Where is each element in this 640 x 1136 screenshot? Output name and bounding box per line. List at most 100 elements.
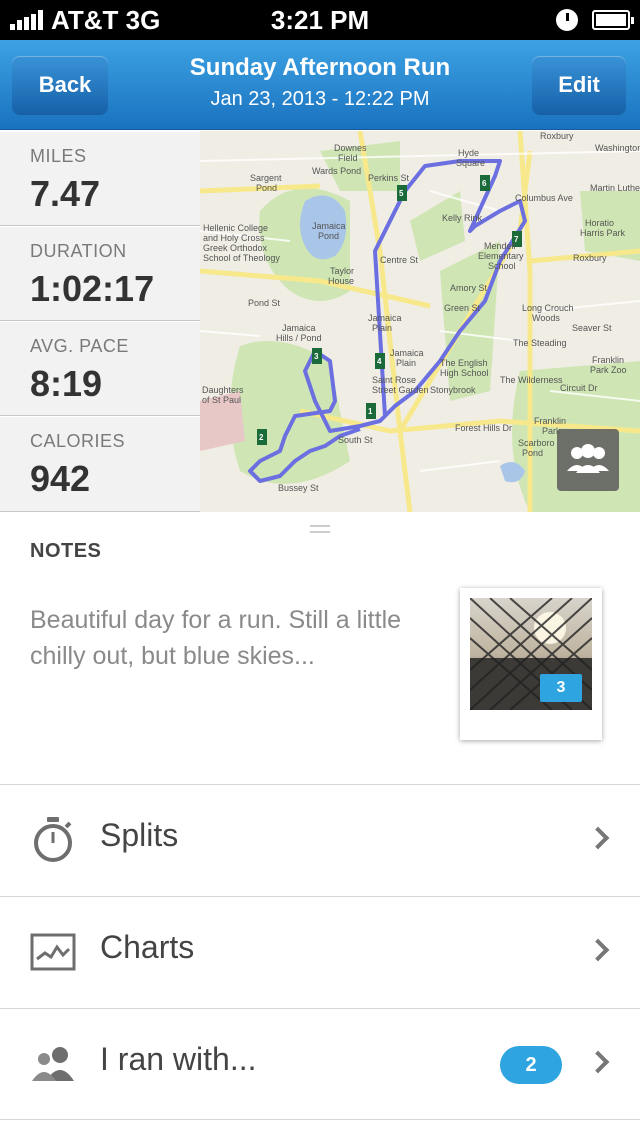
svg-text:Woods: Woods — [532, 313, 560, 323]
svg-text:Field: Field — [338, 153, 358, 163]
svg-text:Seaver St: Seaver St — [572, 323, 612, 333]
svg-text:Street Garden: Street Garden — [372, 385, 429, 395]
stat-label: CALORIES — [30, 431, 126, 451]
svg-text:Pond: Pond — [318, 231, 339, 241]
stat-calories: CALORIES 942 — [0, 416, 200, 512]
mile-marker: 3 — [314, 352, 319, 361]
stat-label: DURATION — [30, 241, 127, 261]
svg-text:Pond St: Pond St — [248, 298, 281, 308]
list-item-label: Splits — [100, 817, 179, 853]
svg-text:Franklin: Franklin — [534, 416, 566, 426]
svg-text:Greek Orthodox: Greek Orthodox — [203, 243, 268, 253]
stat-value: 1:02:17 — [30, 268, 155, 309]
count-badge: 2 — [500, 1046, 562, 1084]
svg-text:Kelly Rink: Kelly Rink — [442, 213, 483, 223]
status-time: 3:21 PM — [270, 5, 370, 35]
back-button-label: Back — [38, 72, 92, 97]
svg-text:of St Paul: of St Paul — [202, 395, 241, 405]
svg-text:South St: South St — [338, 435, 373, 445]
svg-text:Wards Pond: Wards Pond — [312, 166, 361, 176]
svg-text:Elementary: Elementary — [478, 251, 524, 261]
people-icon — [567, 444, 609, 473]
route-map[interactable]: 1 2 3 4 5 6 7 Roxbury Hyde Square Mendel… — [200, 131, 640, 512]
stat-label: MILES — [30, 146, 87, 166]
battery-icon — [592, 10, 634, 30]
svg-text:High School: High School — [440, 368, 489, 378]
svg-text:Plain: Plain — [396, 358, 416, 368]
mile-marker: 6 — [482, 179, 487, 188]
svg-text:The English: The English — [440, 358, 488, 368]
svg-text:School of Theology: School of Theology — [203, 253, 280, 263]
chart-icon — [30, 933, 76, 971]
navigation-bar: Back Sunday Afternoon Run Jan 23, 2013 -… — [0, 40, 640, 130]
svg-text:Columbus Ave: Columbus Ave — [515, 193, 573, 203]
svg-text:Washington St: Washington St — [595, 143, 640, 153]
mile-marker: 2 — [259, 433, 264, 442]
stat-label: AVG. PACE — [30, 336, 129, 356]
friends-icon-button[interactable] — [557, 429, 619, 491]
svg-text:Pond: Pond — [522, 448, 543, 458]
stat-value: 7.47 — [30, 173, 101, 214]
svg-text:Hellenic College: Hellenic College — [203, 223, 268, 233]
svg-text:Long Crouch: Long Crouch — [522, 303, 574, 313]
back-button[interactable]: Back — [12, 56, 108, 114]
svg-text:Perkins St: Perkins St — [368, 173, 410, 183]
stat-duration: DURATION 1:02:17 — [0, 226, 200, 321]
stat-miles: MILES 7.47 — [0, 131, 200, 226]
svg-text:Circuit Dr: Circuit Dr — [560, 383, 598, 393]
stat-value: 942 — [30, 458, 91, 499]
notes-heading: NOTES — [30, 540, 102, 562]
svg-text:Hyde: Hyde — [458, 148, 479, 158]
photo-thumbnail[interactable]: 3 — [460, 588, 602, 740]
svg-text:Saint Rose: Saint Rose — [372, 375, 416, 385]
edit-button[interactable]: Edit — [532, 56, 626, 114]
svg-text:Stonybrook: Stonybrook — [430, 385, 476, 395]
svg-text:Jamaica: Jamaica — [368, 313, 402, 323]
svg-text:The Steading: The Steading — [513, 338, 567, 348]
svg-text:Daughters: Daughters — [202, 385, 244, 395]
list-item-splits[interactable]: Splits — [0, 784, 640, 896]
svg-text:Centre St: Centre St — [380, 255, 419, 265]
notes-text: Beautiful day for a run. Still a little … — [30, 606, 402, 670]
list-item-label: Charts — [100, 929, 195, 965]
svg-text:Jamaica: Jamaica — [390, 348, 424, 358]
mile-marker: 4 — [377, 357, 382, 366]
photo-count-badge: 3 — [540, 674, 582, 702]
people-icon — [32, 1047, 74, 1081]
svg-text:Franklin: Franklin — [592, 355, 624, 365]
svg-text:Scarboro: Scarboro — [518, 438, 555, 448]
svg-text:and Holy Cross: and Holy Cross — [203, 233, 265, 243]
svg-text:Square: Square — [456, 158, 485, 168]
svg-text:Forest Hills Dr: Forest Hills Dr — [455, 423, 512, 433]
status-bar: AT&T 3G 3:21 PM — [0, 0, 640, 40]
svg-text:Roxbury: Roxbury — [540, 131, 574, 141]
svg-text:Amory St: Amory St — [450, 283, 488, 293]
detail-list: Splits Charts I ran with... 2 — [0, 784, 640, 1120]
svg-text:Jamaica: Jamaica — [282, 323, 316, 333]
chevron-right-icon — [586, 1050, 610, 1074]
svg-text:Plain: Plain — [372, 323, 392, 333]
alarm-clock-icon — [556, 9, 578, 31]
stat-value: 8:19 — [30, 363, 103, 404]
svg-text:Green St: Green St — [444, 303, 481, 313]
svg-text:Sargent: Sargent — [250, 173, 282, 183]
page-title: Sunday Afternoon Run — [189, 54, 451, 81]
svg-text:Mendell: Mendell — [484, 241, 516, 251]
page-subtitle: Jan 23, 2013 - 12:22 PM — [210, 88, 430, 110]
list-item-ran-with[interactable]: I ran with... 2 — [0, 1008, 640, 1120]
edit-button-label: Edit — [558, 72, 600, 97]
drag-handle[interactable] — [310, 525, 330, 533]
chevron-right-icon — [586, 938, 610, 962]
svg-text:The Wilderness: The Wilderness — [500, 375, 563, 385]
svg-text:Roxbury: Roxbury — [573, 253, 607, 263]
svg-text:Pond: Pond — [256, 183, 277, 193]
list-item-label: I ran with... — [100, 1041, 257, 1077]
mile-marker: 5 — [399, 189, 404, 198]
svg-text:Martin Luther King: Martin Luther King — [590, 183, 640, 193]
svg-text:Hills / Pond: Hills / Pond — [276, 333, 322, 343]
svg-text:Jamaica: Jamaica — [312, 221, 346, 231]
list-item-charts[interactable]: Charts — [0, 896, 640, 1008]
stopwatch-icon — [34, 817, 72, 862]
svg-text:Harris Park: Harris Park — [580, 228, 626, 238]
svg-text:Downes: Downes — [334, 143, 367, 153]
